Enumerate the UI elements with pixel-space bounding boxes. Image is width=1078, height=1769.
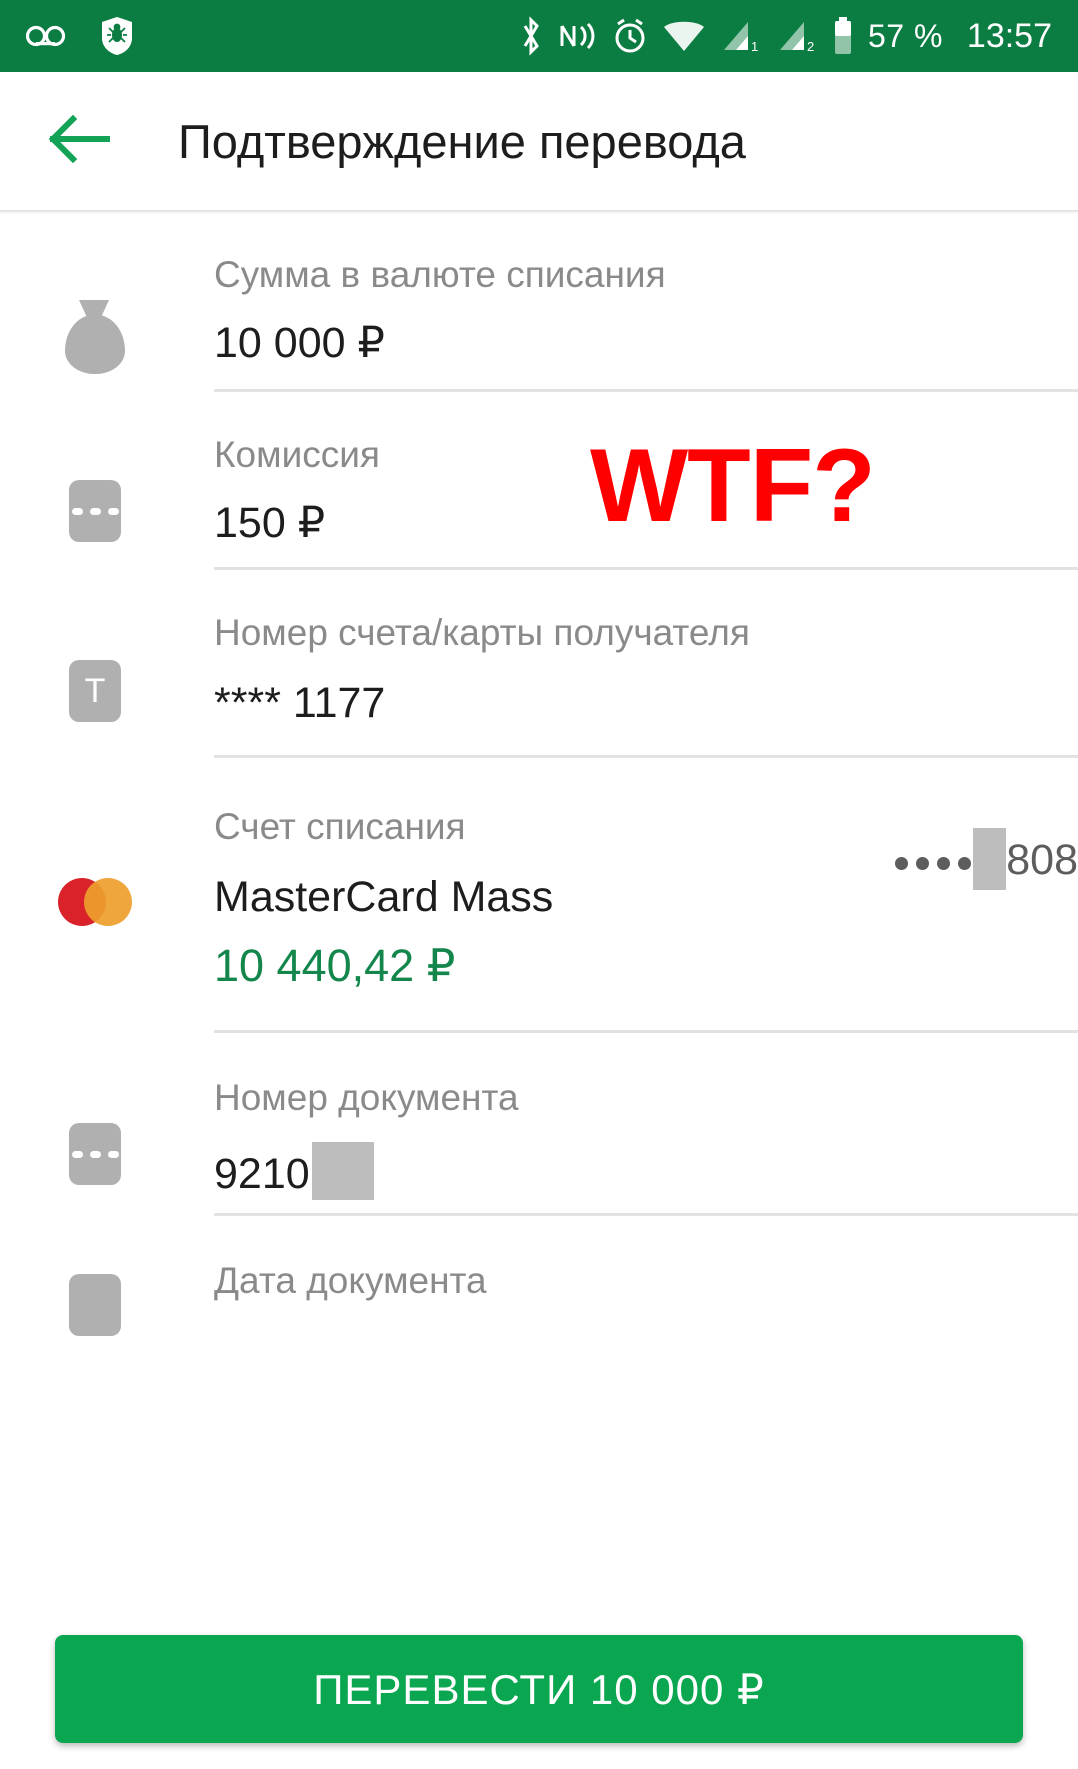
detail-row-body: Номер документа 9210 [214,1077,1078,1200]
detail-row-icon-cell [0,434,214,542]
detail-row-amount[interactable]: Сумма в валюте списания 10 000 ₽ [0,214,1078,389]
detail-row-icon-cell [0,806,214,926]
wtf-annotation: WTF? [590,428,876,544]
arrow-left-icon [47,111,113,172]
bluetooth-icon [518,16,544,56]
detail-row-commission[interactable]: Комиссия 150 ₽ [0,392,1078,567]
signal-1-icon: 1 [720,18,762,54]
nfc-icon [558,18,598,54]
app-bar: Подтверждение перевода [0,72,1078,210]
cta-bar: ПЕРЕВЕСТИ 10 000 ₽ [0,1609,1078,1769]
transfer-button[interactable]: ПЕРЕВЕСТИ 10 000 ₽ [55,1635,1023,1743]
page-title: Подтверждение перевода [178,114,746,168]
detail-row-document-number[interactable]: Номер документа 9210 [0,1033,1078,1213]
detail-label: Номер счета/карты получателя [214,612,750,653]
detail-row-icon-cell [0,254,214,374]
letter-t-box-icon: T [69,660,121,722]
detail-row-recipient-account[interactable]: T Номер счета/карты получателя **** 1177 [0,570,1078,755]
clock-label: 13:57 [966,16,1052,55]
wifi-icon [662,18,706,54]
card-last-digits: 808 [1006,835,1078,884]
battery-percent-label: 57 % [867,17,943,54]
card-number-suffix: 808 [895,827,1078,890]
redaction-block [311,1141,374,1200]
svg-text:1: 1 [751,39,758,54]
detail-row-icon-cell [0,1260,214,1336]
transfer-details-list: Сумма в валюте списания 10 000 ₽ Комисси… [0,214,1078,1769]
voicemail-icon [26,23,66,49]
detail-row-icon-cell: T [0,612,214,722]
status-bar-right-icons: 1 2 57 % 13:57 [518,16,1052,56]
document-number-text: 9210 [214,1149,310,1198]
account-balance: 10 440,42 ₽ [214,939,456,991]
back-button[interactable] [44,105,116,177]
detail-row-body: Сумма в валюте списания 10 000 ₽ [214,254,1078,368]
three-dots-box-icon [69,480,121,542]
three-dots-box-icon [69,1123,121,1185]
detail-row-body: Номер счета/карты получателя **** 1177 [214,612,1078,728]
detail-label: Дата документа [214,1260,487,1301]
signal-2-icon: 2 [776,18,818,54]
detail-row-document-date[interactable]: Дата документа [0,1216,1078,1346]
detail-value: **** 1177 [214,678,386,727]
status-bar-left-icons [26,16,134,56]
grey-box-icon [69,1274,121,1336]
detail-row-body: Счет списания MasterCard Mass 10 440,42 … [214,806,1078,992]
detail-label: Номер документа [214,1077,519,1118]
status-bar: 1 2 57 % 13:57 [0,0,1078,72]
detail-row-body: Дата документа [214,1260,1078,1303]
svg-text:2: 2 [807,39,814,54]
detail-label: Сумма в валюте списания [214,254,666,295]
battery-icon [832,16,854,56]
detail-row-debit-account[interactable]: Счет списания MasterCard Mass 10 440,42 … [0,758,1078,1030]
detail-row-icon-cell [0,1077,214,1185]
money-bag-icon [61,300,129,374]
redaction-block [973,827,1007,890]
card-mask-dots-icon [895,856,972,870]
detail-value: 9210 [214,1141,1048,1200]
alarm-icon [612,17,648,55]
drweb-shield-icon [100,16,134,56]
mastercard-icon [58,878,132,926]
detail-value: 10 000 ₽ [214,318,385,367]
